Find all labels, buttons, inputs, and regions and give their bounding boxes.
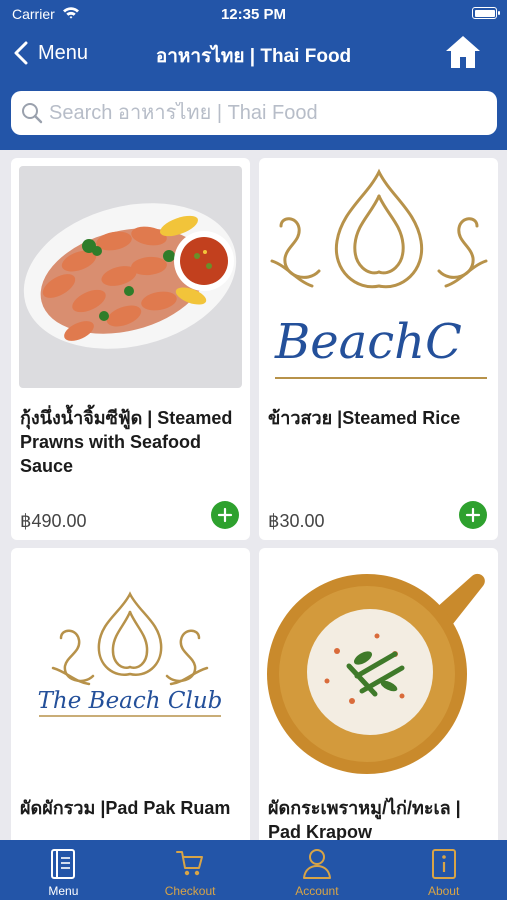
logo-text: The Beach Club [38, 688, 223, 714]
plus-icon [217, 507, 233, 523]
page-title: อาหารไทย | Thai Food [155, 46, 352, 67]
menu-book-icon [51, 849, 76, 879]
svg-text:BeachC: BeachC [274, 314, 462, 370]
user-icon [302, 849, 331, 879]
cart-icon [176, 851, 204, 876]
product-grid: กุ้งนึ่งน้ำจิ้มซีฟู้ด | Steamed Prawns w… [0, 150, 507, 840]
product-price: ฿30.00 [268, 511, 325, 531]
tab-account[interactable]: Account [254, 840, 381, 900]
search-icon [22, 103, 43, 124]
product-name: ผัดผักรวม |Pad Pak Ruam [20, 798, 231, 818]
product-card[interactable]: BeachC ข้าวสวย |Steamed Rice ฿30.00 [259, 158, 498, 540]
tab-label: About [427, 884, 460, 898]
battery-icon [472, 7, 500, 19]
product-card[interactable]: กุ้งนึ่งน้ำจิ้มซีฟู้ด | Steamed Prawns w… [11, 158, 250, 540]
product-name: ผัดกระเพราหมู/ไก่/ทะเล | Pad Krapow [268, 798, 461, 840]
plus-icon [465, 507, 481, 523]
search-input[interactable] [49, 101, 479, 125]
home-icon[interactable] [445, 35, 481, 69]
app-header: Carrier 12:35 PM Menu อาหารไทย | Thai Fo… [0, 0, 507, 150]
tab-checkout[interactable]: Checkout [127, 840, 254, 900]
tab-about[interactable]: About [380, 840, 507, 900]
product-card[interactable]: The Beach Club ผัดผักรวม |Pad Pak Ruam [11, 548, 250, 840]
add-to-cart-button[interactable] [459, 501, 487, 529]
tab-menu[interactable]: Menu [0, 840, 127, 900]
product-name: กุ้งนึ่งน้ำจิ้มซีฟู้ด | Steamed Prawns w… [20, 408, 233, 476]
tab-label: Checkout [164, 884, 216, 898]
product-name: ข้าวสวย |Steamed Rice [268, 408, 461, 428]
beach-club-logo: BeachC [267, 166, 490, 388]
tab-bar: Menu Checkout Account About [0, 840, 507, 900]
status-bar: Carrier 12:35 PM [0, 0, 507, 30]
tab-label: Account [295, 884, 339, 898]
info-icon [431, 849, 456, 879]
clock: 12:35 PM [220, 6, 287, 23]
product-price: ฿490.00 [20, 511, 87, 531]
product-card[interactable]: ผัดกระเพราหมู/ไก่/ทะเล | Pad Krapow [259, 548, 498, 840]
steamed-prawns-photo [19, 166, 242, 388]
beach-club-logo: The Beach Club [19, 556, 242, 778]
tom-kha-soup-photo [267, 556, 490, 778]
search-bar[interactable] [11, 91, 497, 135]
tab-label: Menu [48, 884, 79, 898]
add-to-cart-button[interactable] [211, 501, 239, 529]
navigation-bar: Menu อาหารไทย | Thai Food [0, 30, 507, 76]
